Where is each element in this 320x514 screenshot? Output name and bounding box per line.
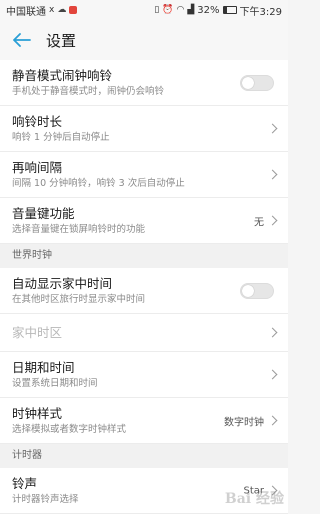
setting-title: 家中时区 xyxy=(12,324,63,340)
setting-title: 日期和时间 xyxy=(12,359,75,375)
setting-value: 无 xyxy=(254,217,264,228)
carrier-label: 中国联通 xyxy=(6,6,46,18)
status-bar: 中国联通 ⅹ ☁ ▯ ⏰ ◠ ▟ 32% 下午3:29 xyxy=(0,0,288,20)
setting-value: 数字时钟 xyxy=(224,417,264,428)
setting-subtitle: 选择音量键在锁屏响铃时的功能 xyxy=(12,223,146,235)
alarm-icon: ⏰ xyxy=(162,5,174,15)
setting-ring-duration[interactable]: 响铃时长 响铃 1 分钟后自动停止 xyxy=(0,106,288,152)
setting-subtitle: 间隔 10 分钟响铃，响铃 3 次后自动停止 xyxy=(12,177,185,189)
wechat-icon: ☁ xyxy=(57,5,67,15)
setting-subtitle: 设置系统日期和时间 xyxy=(12,377,98,389)
setting-silent-alarm[interactable]: 静音模式闹钟响铃 手机处于静音模式时，闹钟仍会响铃 xyxy=(0,60,288,106)
back-arrow-icon xyxy=(13,33,31,47)
section-header-world-clock: 世界时钟 xyxy=(0,244,288,268)
setting-subtitle: 响铃 1 分钟后自动停止 xyxy=(12,131,110,143)
setting-snooze-interval[interactable]: 再响间隔 间隔 10 分钟响铃，响铃 3 次后自动停止 xyxy=(0,152,288,198)
wifi-icon: ◠ xyxy=(176,5,185,15)
setting-home-timezone[interactable]: 家中时区 xyxy=(0,314,288,352)
setting-date-time[interactable]: 日期和时间 设置系统日期和时间 xyxy=(0,352,288,398)
setting-volume-key[interactable]: 音量键功能 选择音量键在锁屏响铃时的功能 无 xyxy=(0,198,288,244)
setting-title: 音量键功能 xyxy=(12,205,75,221)
setting-title: 响铃时长 xyxy=(12,113,63,129)
settings-list: 静音模式闹钟响铃 手机处于静音模式时，闹钟仍会响铃 响铃时长 响铃 1 分钟后自… xyxy=(0,60,288,514)
battery-icon xyxy=(222,6,237,14)
app-header: 设置 xyxy=(0,20,288,60)
auto-home-time-toggle[interactable] xyxy=(240,282,274,299)
setting-clock-style[interactable]: 时钟样式 选择模拟或者数字时钟样式 数字时钟 xyxy=(0,398,288,444)
page-title: 设置 xyxy=(46,31,77,50)
setting-title: 再响间隔 xyxy=(12,159,63,175)
app-icon xyxy=(69,6,78,14)
signal-icon: ⅹ xyxy=(49,5,55,15)
back-button[interactable] xyxy=(8,26,36,54)
silent-alarm-toggle[interactable] xyxy=(240,74,274,91)
setting-subtitle: 手机处于静音模式时，闹钟仍会响铃 xyxy=(12,85,165,97)
watermark-logo: Bai 经验 xyxy=(224,491,284,507)
setting-title: 静音模式闹钟响铃 xyxy=(12,67,113,83)
setting-title: 自动显示家中时间 xyxy=(12,275,113,291)
battery-percent: 32% xyxy=(197,4,220,16)
setting-auto-home-time[interactable]: 自动显示家中时间 在其他时区旅行时显示家中时间 xyxy=(0,268,288,314)
setting-subtitle: 在其他时区旅行时显示家中时间 xyxy=(12,293,146,305)
vibrate-icon: ▯ xyxy=(154,5,160,15)
status-time: 下午3:29 xyxy=(239,6,282,18)
signal-icon: ▟ xyxy=(187,5,195,15)
section-header-timer: 计时器 xyxy=(0,444,288,468)
